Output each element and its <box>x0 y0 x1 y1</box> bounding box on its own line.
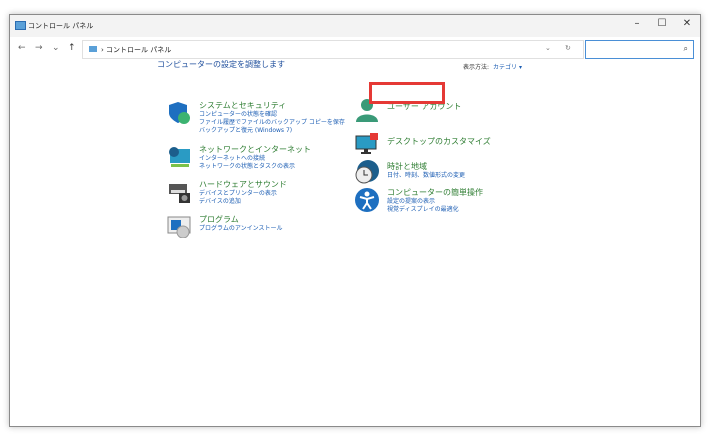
printer-icon <box>169 184 190 203</box>
window-title: コントロール パネル <box>28 22 94 30</box>
category-link[interactable]: 視覚ディスプレイの最適化 <box>387 206 483 214</box>
recent-locations-button[interactable]: ⌄ <box>52 43 60 53</box>
category-network-internet: ネットワークとインターネット インターネットへの接続 ネットワークの状態とタスク… <box>199 144 311 171</box>
refresh-button[interactable]: ↻ <box>565 44 571 52</box>
accessibility-icon <box>355 188 379 212</box>
highlight-box <box>369 82 445 104</box>
back-button[interactable]: ← <box>18 43 26 53</box>
address-bar[interactable]: › コントロール パネル ⌄ ↻ <box>82 40 584 59</box>
category-title[interactable]: ハードウェアとサウンド <box>199 179 287 190</box>
category-title[interactable]: システムとセキュリティ <box>199 100 345 111</box>
close-button[interactable]: ✕ <box>677 18 697 29</box>
category-link[interactable]: デバイスとプリンターの表示 <box>199 190 287 198</box>
category-link[interactable]: 設定の提案の表示 <box>387 198 483 206</box>
up-button[interactable]: ↑ <box>68 43 76 53</box>
category-title[interactable]: コンピューターの簡単操作 <box>387 187 483 198</box>
view-by-dropdown[interactable]: カテゴリ ▾ <box>493 64 522 71</box>
category-link[interactable]: プログラムのアンインストール <box>199 225 282 233</box>
address-dropdown-button[interactable]: ⌄ <box>545 44 551 52</box>
category-title[interactable]: 時計と地域 <box>387 161 465 172</box>
category-link[interactable]: バックアップと復元 (Windows 7) <box>199 127 345 135</box>
clock-icon <box>355 160 379 184</box>
control-panel-icon <box>89 46 97 52</box>
programs-icon <box>167 216 191 238</box>
title-bar: コントロール パネル – ☐ ✕ <box>10 15 700 37</box>
page-title: コンピューターの設定を調整します <box>157 60 285 69</box>
category-link[interactable]: インターネットへの接続 <box>199 155 311 163</box>
category-link[interactable]: ファイル履歴でファイルのバックアップ コピーを保存 <box>199 119 345 127</box>
category-link[interactable]: デバイスの追加 <box>199 198 287 206</box>
control-panel-icon <box>15 21 26 30</box>
category-title[interactable]: ネットワークとインターネット <box>199 144 311 155</box>
control-panel-window: コントロール パネル – ☐ ✕ ← → ⌄ ↑ › コントロール パネル ⌄ … <box>9 14 701 427</box>
category-ease-of-access: コンピューターの簡単操作 設定の提案の表示 視覚ディスプレイの最適化 <box>387 187 483 214</box>
view-by: 表示方法: カテゴリ ▾ <box>463 62 522 71</box>
category-hardware-sound: ハードウェアとサウンド デバイスとプリンターの表示 デバイスの追加 <box>199 179 287 206</box>
category-clock-region: 時計と地域 日付、時刻、数値形式の変更 <box>387 161 465 180</box>
category-link[interactable]: コンピューターの状態を確認 <box>199 111 345 119</box>
category-desktop-customization: デスクトップのカスタマイズ <box>387 136 491 147</box>
category-system-security: システムとセキュリティ コンピューターの状態を確認 ファイル履歴でファイルのバッ… <box>199 100 345 135</box>
category-programs: プログラム プログラムのアンインストール <box>199 214 282 233</box>
category-title[interactable]: プログラム <box>199 214 282 225</box>
search-icon: ⌕ <box>683 44 688 53</box>
category-link[interactable]: ネットワークの状態とタスクの表示 <box>199 163 311 171</box>
navigation-bar: ← → ⌄ ↑ › コントロール パネル ⌄ ↻ ⌕ <box>10 37 700 61</box>
network-icon <box>169 147 190 167</box>
category-title[interactable]: デスクトップのカスタマイズ <box>387 136 491 147</box>
view-by-label: 表示方法: <box>463 64 490 71</box>
desktop-icon <box>355 133 378 154</box>
maximize-button[interactable]: ☐ <box>652 18 672 29</box>
shield-icon <box>169 102 190 124</box>
forward-button[interactable]: → <box>35 43 43 53</box>
minimize-button[interactable]: – <box>627 18 647 29</box>
breadcrumb[interactable]: › コントロール パネル <box>101 45 171 55</box>
category-link[interactable]: 日付、時刻、数値形式の変更 <box>387 172 465 180</box>
search-input[interactable]: ⌕ <box>585 40 694 59</box>
